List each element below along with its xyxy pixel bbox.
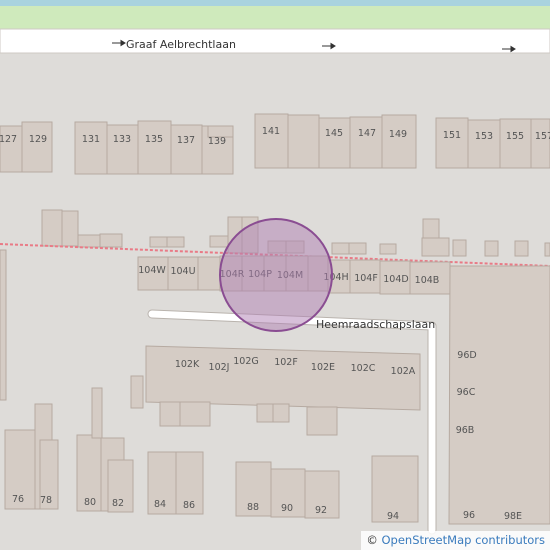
house-number: 151 <box>443 130 461 141</box>
house-number: 104D <box>383 274 408 285</box>
house-number: 86 <box>183 500 195 511</box>
house-number: 96C <box>457 387 476 398</box>
street-label-heemraadschapslaan: Heemraadschapslaan <box>316 318 435 331</box>
map-attribution[interactable]: © OpenStreetMap contributors <box>361 531 550 550</box>
house-number: 102F <box>274 357 298 368</box>
house-number: 96B <box>456 425 475 436</box>
house-number: 102G <box>233 356 259 367</box>
house-number: 147 <box>358 128 376 139</box>
house-number: 157 <box>535 131 550 142</box>
location-marker-circle[interactable] <box>219 218 333 332</box>
house-number: 104F <box>354 273 378 284</box>
attribution-link[interactable]: OpenStreetMap contributors <box>381 533 545 547</box>
house-number: 78 <box>40 495 52 506</box>
house-number: 88 <box>247 502 259 513</box>
house-number: 96D <box>457 350 476 361</box>
house-number: 102J <box>209 362 230 373</box>
house-number: 131 <box>82 134 100 145</box>
house-number: 139 <box>208 136 226 147</box>
house-number: 92 <box>315 505 327 516</box>
house-number: 94 <box>387 511 399 522</box>
copyright-symbol: © <box>366 533 378 547</box>
house-number: 104W <box>138 265 166 276</box>
house-number: 90 <box>281 503 293 514</box>
house-number: 135 <box>145 134 163 145</box>
house-number: 104B <box>415 275 440 286</box>
house-number: 102A <box>391 366 416 377</box>
house-number: 98E <box>504 511 522 522</box>
house-number: 102K <box>175 359 200 370</box>
house-number: 153 <box>475 131 493 142</box>
house-number: 155 <box>506 131 524 142</box>
house-number: 82 <box>112 498 124 509</box>
house-number: 141 <box>262 126 280 137</box>
house-number: 133 <box>113 134 131 145</box>
house-number: 102E <box>311 362 335 373</box>
street-label-graaf-aelbrechtlaan: Graaf Aelbrechtlaan <box>126 38 236 51</box>
house-number: 145 <box>325 128 343 139</box>
house-number: 127 <box>0 134 17 145</box>
house-number: 96 <box>463 510 475 521</box>
grass-area <box>0 6 550 30</box>
house-number: 149 <box>389 129 407 140</box>
road-graaf-aelbrechtlaan <box>0 28 550 54</box>
house-number: 80 <box>84 497 96 508</box>
house-number: 84 <box>154 499 166 510</box>
map-canvas[interactable]: Graaf Aelbrechtlaan Heemraadschapslaan 1… <box>0 0 550 550</box>
house-number: 76 <box>12 494 24 505</box>
house-number: 104U <box>170 266 195 277</box>
house-number: 129 <box>29 134 47 145</box>
house-number: 102C <box>351 363 376 374</box>
house-number: 137 <box>177 135 195 146</box>
